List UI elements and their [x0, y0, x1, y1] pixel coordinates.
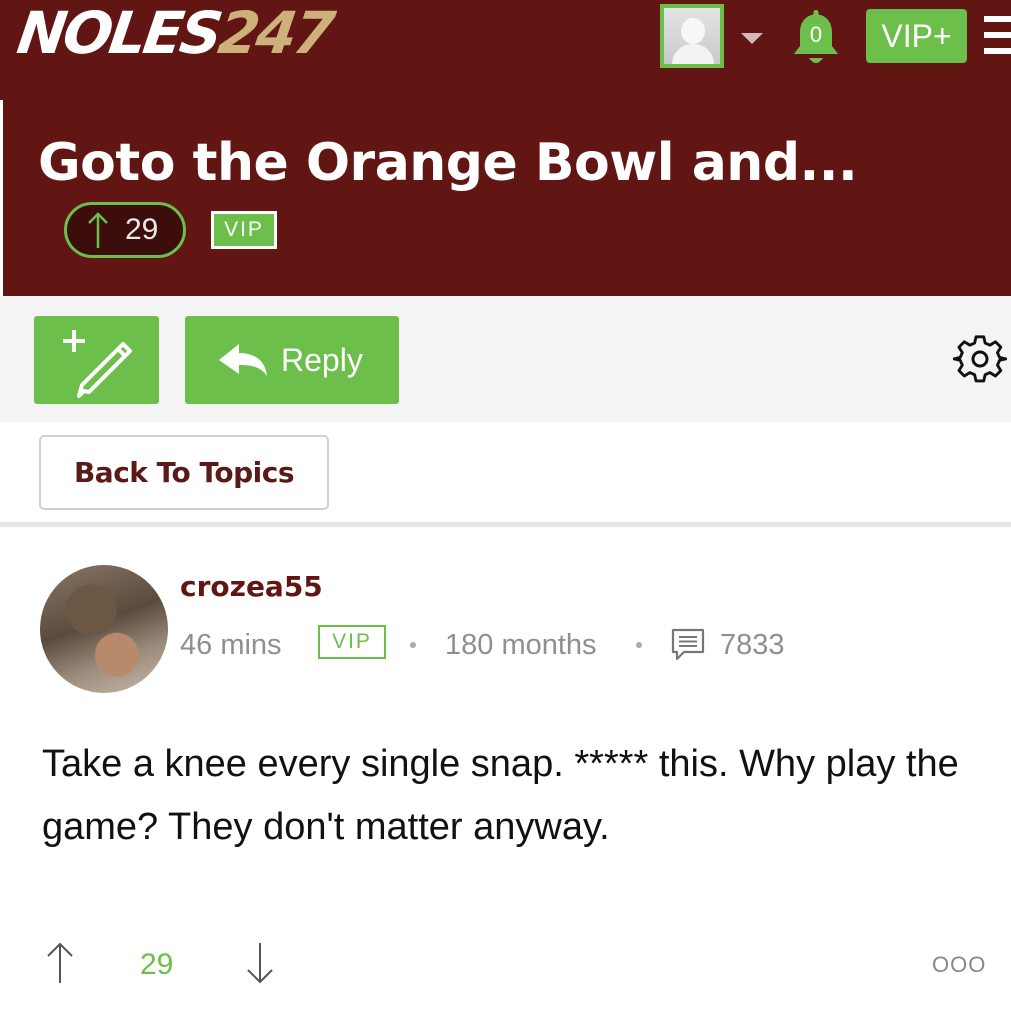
new-post-button[interactable] — [34, 316, 159, 404]
arrow-up-icon[interactable] — [44, 941, 76, 985]
pencil-plus-icon — [63, 330, 132, 398]
reply-label: Reply — [281, 342, 363, 378]
thread-toolbar: Reply — [0, 296, 1011, 422]
thread-upvote-pill[interactable]: 29 — [64, 202, 186, 258]
back-to-topics-button[interactable]: Back To Topics — [39, 435, 329, 510]
chevron-down-icon[interactable] — [741, 33, 763, 44]
settings-button[interactable] — [952, 332, 1008, 386]
avatar[interactable] — [40, 565, 168, 693]
arrow-up-icon — [88, 212, 108, 248]
notifications-button[interactable]: 0 — [790, 6, 842, 68]
header-edge — [0, 100, 3, 296]
notification-count: 0 — [809, 22, 823, 47]
meta-separator — [636, 642, 642, 648]
site-header: NOLES247 0 VIP+ Goto the Orange Bowl and… — [0, 0, 1011, 296]
post-actions: 29 OOO — [0, 935, 1011, 995]
forum-post: crozea55 46 mins VIP 180 months 7833 Tak… — [0, 527, 1011, 1024]
post-time: 46 mins — [180, 629, 282, 661]
logo-text-primary: NOLES — [13, 0, 224, 67]
more-options-button[interactable]: OOO — [932, 935, 986, 995]
reply-arrow-icon — [219, 344, 267, 376]
avatar-placeholder-body — [672, 44, 714, 64]
user-avatar-button[interactable] — [660, 4, 724, 68]
logo-text-number: 247 — [214, 0, 337, 67]
post-username[interactable]: crozea55 — [180, 569, 323, 605]
post-body: Take a knee every single snap. ***** thi… — [42, 743, 959, 848]
thread-title: Goto the Orange Bowl and... — [38, 133, 858, 193]
menu-icon[interactable] — [984, 16, 1011, 54]
reply-button[interactable]: Reply — [185, 316, 399, 404]
thread-vip-badge: VIP — [211, 211, 277, 249]
post-vote-count: 29 — [140, 948, 174, 981]
gear-icon — [952, 335, 1008, 383]
membership-length: 180 months — [445, 629, 597, 661]
arrow-down-icon[interactable] — [244, 941, 276, 985]
thread-vote-count: 29 — [125, 213, 159, 246]
post-count: 7833 — [720, 629, 785, 661]
vip-plus-button[interactable]: VIP+ — [866, 9, 967, 63]
back-area: Back To Topics — [0, 422, 1011, 522]
comment-icon — [671, 628, 705, 661]
avatar-placeholder-head — [681, 18, 705, 44]
site-logo[interactable]: NOLES247 — [13, 0, 336, 68]
user-vip-badge: VIP — [318, 625, 386, 659]
meta-separator — [410, 642, 416, 648]
